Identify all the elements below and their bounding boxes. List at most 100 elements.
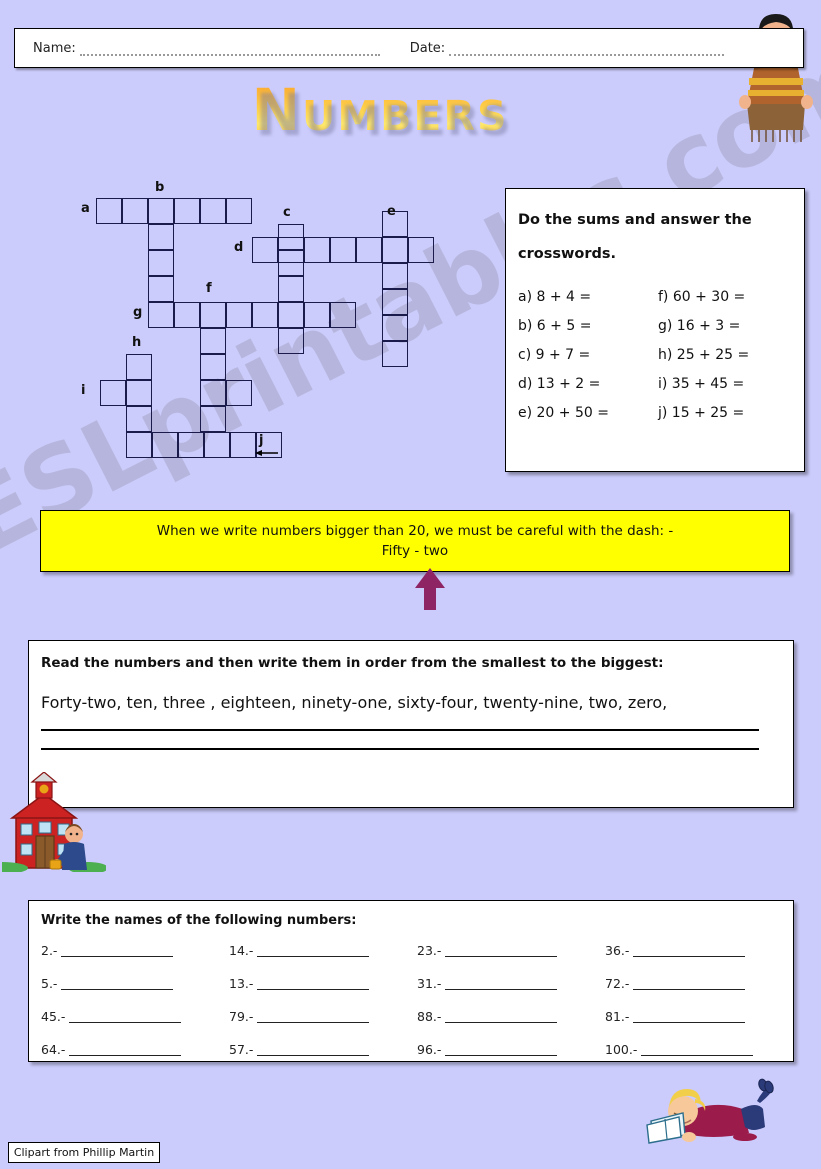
crossword-clue-f: f — [206, 281, 212, 296]
number-names-item: 88.- — [417, 1009, 605, 1024]
number-name-input[interactable] — [69, 1044, 182, 1056]
number-name-input[interactable] — [633, 978, 746, 990]
crossword-cell[interactable] — [148, 276, 174, 302]
number-label: 64.- — [41, 1042, 66, 1057]
crossword-cell[interactable] — [226, 302, 252, 328]
dash-rule-banner: When we write numbers bigger than 20, we… — [40, 510, 790, 572]
crossword-cell[interactable] — [200, 198, 226, 224]
crossword-cell[interactable] — [252, 237, 278, 263]
worksheet-page: ESLprintables.com Name: Date: Numbers a … — [0, 0, 821, 1169]
crossword-cell[interactable] — [226, 380, 252, 406]
crossword-cell[interactable] — [148, 198, 174, 224]
crossword-cell[interactable] — [278, 276, 304, 302]
number-name-input[interactable] — [257, 1011, 370, 1023]
crossword-clue-c: c — [283, 205, 291, 220]
crossword-cell[interactable] — [204, 432, 230, 458]
crossword-cell[interactable] — [382, 237, 408, 263]
number-names-item: 45.- — [41, 1009, 229, 1024]
answer-line[interactable] — [41, 729, 759, 731]
number-label: 5.- — [41, 976, 58, 991]
number-label: 100.- — [605, 1042, 638, 1057]
crossword-cell[interactable] — [126, 380, 152, 406]
sum-item: d) 13 + 2 = — [518, 376, 601, 393]
crossword-cell[interactable] — [126, 406, 152, 432]
number-name-input[interactable] — [257, 945, 370, 957]
number-names-item: 96.- — [417, 1042, 605, 1057]
number-name-input[interactable] — [69, 1011, 182, 1023]
ordering-exercise-panel: Read the numbers and then write them in … — [28, 640, 794, 808]
crossword-cell[interactable] — [408, 237, 434, 263]
crossword-cell[interactable] — [330, 302, 356, 328]
number-name-input[interactable] — [445, 1011, 558, 1023]
number-names-item: 5.- — [41, 976, 229, 991]
crossword-cell[interactable] — [278, 302, 304, 328]
crossword-cell[interactable] — [200, 328, 226, 354]
crossword-cell[interactable] — [200, 380, 226, 406]
number-label: 88.- — [417, 1009, 442, 1024]
number-names-item: 14.- — [229, 943, 417, 958]
crossword-cell[interactable] — [382, 289, 408, 315]
number-label: 81.- — [605, 1009, 630, 1024]
crossword-cell[interactable] — [200, 406, 226, 432]
crossword-cell[interactable] — [100, 380, 126, 406]
crossword-cell[interactable] — [148, 302, 174, 328]
crossword-cell[interactable] — [382, 341, 408, 367]
name-input[interactable] — [79, 42, 380, 56]
number-name-input[interactable] — [445, 1044, 558, 1056]
sum-item: f) 60 + 30 = — [658, 289, 746, 306]
crossword-cell[interactable] — [148, 250, 174, 276]
number-name-input[interactable] — [641, 1044, 754, 1056]
crossword-cell[interactable] — [178, 432, 204, 458]
clipart-credit: Clipart from Phillip Martin — [8, 1142, 160, 1163]
crossword-clue-e: e — [387, 204, 396, 219]
name-field-group: Name: — [33, 41, 386, 56]
number-names-panel: Write the names of the following numbers… — [28, 900, 794, 1062]
number-name-input[interactable] — [445, 978, 558, 990]
crossword-cell[interactable] — [330, 237, 356, 263]
number-names-grid: 2.- 14.- 23.- 36.- 5.- 13.- 31.- 72.- 45… — [41, 943, 793, 1057]
answer-line[interactable] — [41, 748, 759, 750]
number-name-input[interactable] — [257, 1044, 370, 1056]
crossword-cell[interactable] — [252, 302, 278, 328]
sum-item: j) 15 + 25 = — [658, 405, 745, 422]
number-name-input[interactable] — [61, 978, 174, 990]
date-input[interactable] — [449, 42, 725, 56]
number-name-input[interactable] — [633, 945, 746, 957]
number-label: 79.- — [229, 1009, 254, 1024]
number-names-item: 72.- — [605, 976, 793, 991]
sums-list: a) 8 + 4 = f) 60 + 30 = b) 6 + 5 = g) 16… — [518, 289, 804, 421]
crossword-cell[interactable] — [96, 198, 122, 224]
number-name-input[interactable] — [633, 1011, 746, 1023]
crossword-cell[interactable] — [382, 263, 408, 289]
crossword-cell[interactable] — [226, 198, 252, 224]
crossword-cell[interactable] — [382, 315, 408, 341]
number-name-input[interactable] — [445, 945, 558, 957]
crossword-cell[interactable] — [278, 237, 304, 263]
crossword-cell[interactable] — [122, 198, 148, 224]
crossword-cell[interactable] — [356, 237, 382, 263]
crossword-cell[interactable] — [148, 224, 174, 250]
number-names-item: 31.- — [417, 976, 605, 991]
sums-instructions-line2: crosswords. — [518, 246, 616, 263]
crossword-cell[interactable] — [174, 198, 200, 224]
crossword-cell[interactable] — [304, 302, 330, 328]
crossword-direction-arrow-icon — [255, 450, 278, 456]
crossword-cell[interactable] — [278, 328, 304, 354]
ordering-number-words: Forty-two, ten, three , eighteen, ninety… — [41, 693, 668, 712]
sums-instructions-line1: Do the sums and answer the — [518, 212, 752, 228]
crossword-cell[interactable] — [126, 354, 152, 380]
crossword-grid[interactable]: a b c d e f g h i j — [60, 175, 460, 475]
crossword-cell[interactable] — [126, 432, 152, 458]
crossword-cell[interactable] — [174, 302, 200, 328]
number-label: 2.- — [41, 943, 58, 958]
crossword-cell[interactable] — [200, 302, 226, 328]
number-names-item: 36.- — [605, 943, 793, 958]
crossword-cell[interactable] — [304, 237, 330, 263]
number-label: 72.- — [605, 976, 630, 991]
number-name-input[interactable] — [61, 945, 174, 957]
number-name-input[interactable] — [257, 978, 370, 990]
crossword-cell[interactable] — [200, 354, 226, 380]
number-names-item: 57.- — [229, 1042, 417, 1057]
crossword-clue-b: b — [155, 180, 165, 195]
crossword-cell[interactable] — [152, 432, 178, 458]
